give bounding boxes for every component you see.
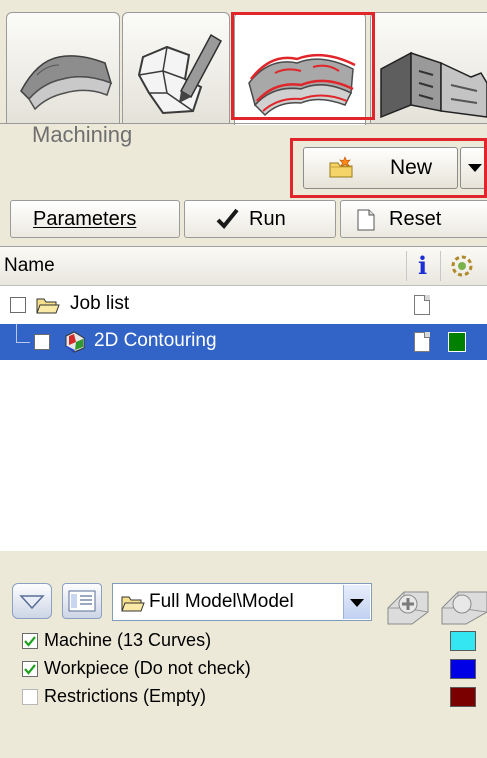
- model-path-value: Full Model\Model: [149, 591, 294, 612]
- add-geometry-icon: [387, 591, 429, 625]
- remove-geometry-button[interactable]: [434, 578, 487, 631]
- tree-connector: [16, 324, 17, 342]
- reset-button-label: Reset: [389, 208, 442, 230]
- tab-bar: [0, 0, 487, 125]
- model-path-select[interactable]: Full Model\Model: [112, 583, 372, 621]
- run-button-label: Run: [249, 208, 286, 230]
- new-button-label: New: [390, 156, 433, 179]
- chevron-down-icon: [350, 599, 364, 607]
- chevron-down-icon: [19, 595, 45, 610]
- tree-row-job-list[interactable]: Job list: [0, 287, 487, 323]
- list-view-button[interactable]: [62, 583, 102, 619]
- info-icon[interactable]: i: [418, 251, 427, 280]
- add-geometry-button[interactable]: [382, 578, 432, 631]
- column-divider: [440, 251, 441, 281]
- contouring-operation-icon: [62, 330, 88, 359]
- layer-checkbox[interactable]: [22, 633, 38, 649]
- row-checkbox[interactable]: [34, 334, 50, 350]
- reset-button[interactable]: Reset: [340, 200, 487, 238]
- checkmark-icon: [215, 206, 241, 238]
- layer-label: Restrictions (Empty): [44, 686, 207, 706]
- tree-row-label: Job list: [70, 293, 130, 314]
- parameters-button-label: Parameters: [33, 208, 137, 230]
- layer-row-restrictions[interactable]: Restrictions (Empty): [0, 685, 487, 713]
- chevron-down-icon: [468, 164, 482, 172]
- layer-checkbox[interactable]: [22, 689, 38, 705]
- layer-color-swatch[interactable]: [450, 687, 476, 707]
- tab-machining[interactable]: [234, 12, 366, 125]
- tab-sketch[interactable]: [122, 12, 230, 124]
- machining-surface-icon: [248, 53, 356, 117]
- tab-surface[interactable]: [6, 12, 120, 124]
- layer-row-machine[interactable]: Machine (13 Curves): [0, 629, 487, 657]
- new-button[interactable]: New: [303, 147, 458, 189]
- layer-color-swatch[interactable]: [450, 631, 476, 651]
- column-name-header[interactable]: Name: [4, 255, 55, 277]
- new-dropdown-button[interactable]: [460, 147, 487, 189]
- section-title: Machining: [32, 122, 133, 147]
- remove-geometry-icon: [441, 591, 487, 625]
- parameters-button[interactable]: Parameters: [10, 200, 180, 238]
- layer-color-swatch[interactable]: [450, 659, 476, 679]
- tree-row-2d-contouring[interactable]: 2D Contouring: [0, 324, 487, 360]
- tree-header: Name i: [0, 247, 487, 286]
- roof-surface-icon: [20, 55, 113, 111]
- sketch-pen-icon: [137, 33, 222, 115]
- layer-row-workpiece[interactable]: Workpiece (Do not check): [0, 657, 487, 685]
- layer-checkbox[interactable]: [22, 661, 38, 677]
- tree-row-label: 2D Contouring: [94, 330, 217, 351]
- list-view-icon: [68, 590, 96, 612]
- column-divider: [406, 251, 407, 281]
- model-path-dropdown[interactable]: [343, 585, 370, 619]
- tab-factory[interactable]: [370, 12, 487, 124]
- document-icon: [414, 295, 430, 315]
- folder-open-icon: [121, 593, 145, 618]
- folder-open-icon: [36, 295, 60, 320]
- job-tree[interactable]: Name i Job list 2D Contouring: [0, 246, 487, 552]
- tree-connector: [16, 342, 30, 343]
- new-folder-icon: [328, 155, 354, 186]
- page-icon: [357, 209, 375, 237]
- status-icon[interactable]: [448, 253, 476, 284]
- factory-icon: [380, 51, 487, 119]
- layer-label: Workpiece (Do not check): [44, 658, 251, 678]
- document-icon: [414, 332, 430, 352]
- row-checkbox[interactable]: [10, 297, 26, 313]
- layer-label: Machine (13 Curves): [44, 630, 212, 650]
- status-indicator: [448, 332, 466, 352]
- run-button[interactable]: Run: [184, 200, 336, 238]
- collapse-button[interactable]: [12, 583, 52, 619]
